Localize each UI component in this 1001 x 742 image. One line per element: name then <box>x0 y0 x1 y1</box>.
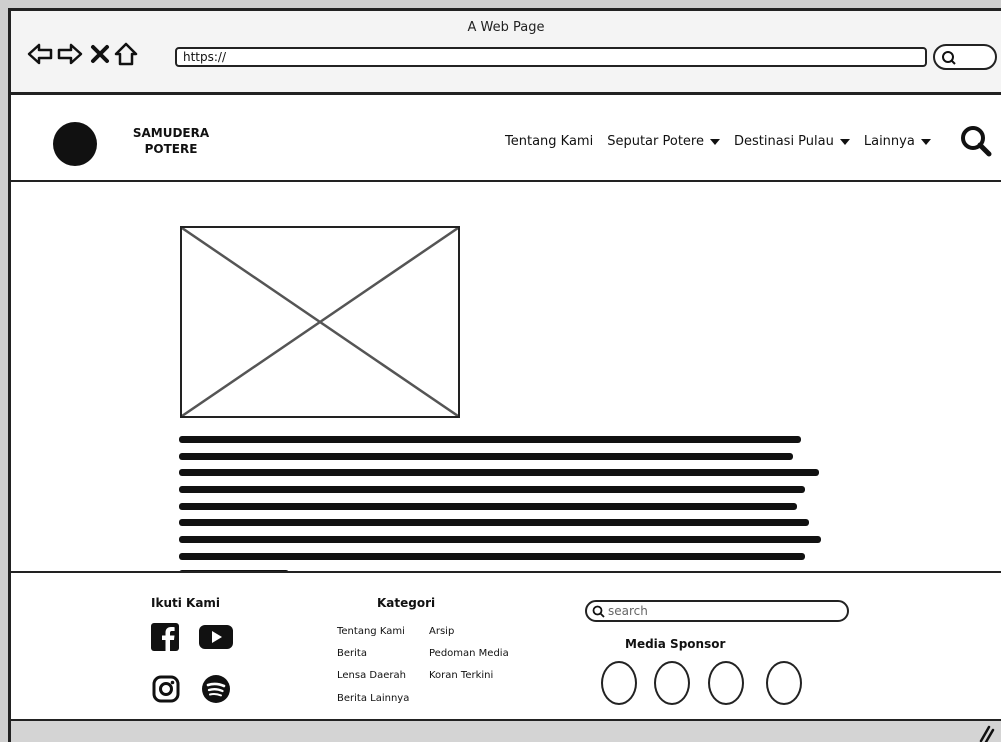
category-title: Kategori <box>377 596 436 610</box>
article-text <box>179 436 829 586</box>
back-arrow-icon[interactable] <box>27 41 53 67</box>
home-icon[interactable] <box>113 41 139 67</box>
search-placeholder: search <box>608 604 648 618</box>
site-logo[interactable] <box>53 122 97 166</box>
main-nav: Tentang Kami Seputar Potere Destinasi Pu… <box>505 134 945 149</box>
category-link[interactable]: Koran Terkini <box>429 670 493 681</box>
category-link[interactable]: Lensa Daerah <box>337 670 406 681</box>
text-line <box>179 519 809 527</box>
facebook-icon[interactable] <box>151 623 179 651</box>
nav-item-seputar-potere[interactable]: Seputar Potere <box>607 134 720 149</box>
text-line <box>179 502 797 510</box>
browser-chrome: A Web Page https:// <box>11 11 1001 95</box>
search-icon <box>592 605 605 618</box>
brand-line-2: POTERE <box>144 142 198 156</box>
site-search-button[interactable] <box>959 124 993 158</box>
nav-item-label: Tentang Kami <box>505 134 594 149</box>
sponsor-logo[interactable] <box>601 661 637 705</box>
nav-item-tentang-kami[interactable]: Tentang Kami <box>505 134 593 149</box>
sponsor-logo[interactable] <box>654 661 690 705</box>
stop-icon[interactable] <box>87 41 113 67</box>
caret-down-icon <box>920 138 931 145</box>
category-link[interactable]: Arsip <box>429 626 454 637</box>
caret-down-icon <box>839 138 850 145</box>
site-footer: Ikuti Kami Kategori Tentang Kami Berita … <box>11 571 1001 719</box>
category-link[interactable]: Tentang Kami <box>337 626 405 637</box>
sponsor-logo[interactable] <box>708 661 744 705</box>
sponsor-title: Media Sponsor <box>625 637 726 651</box>
category-link[interactable]: Berita <box>337 648 367 659</box>
text-line <box>179 436 801 443</box>
image-placeholder <box>180 226 460 418</box>
instagram-icon[interactable] <box>152 675 180 703</box>
youtube-icon[interactable] <box>199 625 233 649</box>
nav-item-destinasi-pulau[interactable]: Destinasi Pulau <box>734 134 850 149</box>
sponsor-logo[interactable] <box>766 661 802 705</box>
text-line <box>179 452 793 460</box>
category-link[interactable]: Pedoman Media <box>429 648 509 659</box>
brand-line-1: SAMUDERA <box>132 126 210 140</box>
search-icon <box>961 126 992 157</box>
browser-search-button[interactable] <box>933 44 997 70</box>
nav-item-label: Destinasi Pulau <box>733 134 834 149</box>
forward-arrow-icon[interactable] <box>57 41 83 67</box>
nav-item-label: Lainnya <box>863 134 915 149</box>
status-bar <box>11 719 1001 742</box>
brand-name[interactable]: SAMUDERA POTERE <box>131 125 211 157</box>
text-line <box>179 486 805 494</box>
text-line <box>179 469 819 477</box>
text-line <box>179 536 821 544</box>
resize-grip-icon[interactable] <box>977 721 995 742</box>
window-title: A Web Page <box>467 20 545 35</box>
spotify-icon[interactable] <box>202 675 230 703</box>
search-icon <box>942 51 956 65</box>
nav-item-lainnya[interactable]: Lainnya <box>864 134 931 149</box>
footer-search-input[interactable]: search <box>585 600 849 622</box>
follow-title: Ikuti Kami <box>151 596 221 610</box>
text-line <box>179 552 805 560</box>
site-header: SAMUDERA POTERE Tentang Kami Seputar Pot… <box>11 98 1001 182</box>
category-link[interactable]: Berita Lainnya <box>337 693 409 704</box>
nav-item-label: Seputar Potere <box>607 134 704 149</box>
url-input[interactable]: https:// <box>175 47 927 67</box>
browser-window: A Web Page https:// SAMUDERA POTERE Tent… <box>8 8 1001 742</box>
caret-down-icon <box>709 138 720 145</box>
